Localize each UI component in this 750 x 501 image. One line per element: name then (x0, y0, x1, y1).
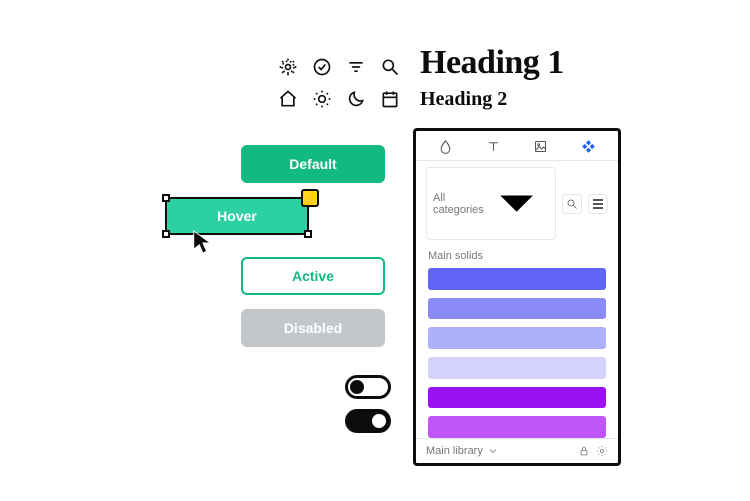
toggle-on[interactable] (345, 409, 391, 433)
active-button-label: Active (292, 268, 334, 284)
default-button[interactable]: Default (241, 145, 385, 183)
chevron-down-icon (484, 171, 549, 236)
tab-component[interactable] (581, 139, 596, 154)
filter-icon (345, 56, 367, 78)
home-icon (277, 88, 299, 110)
calendar-icon (379, 88, 401, 110)
hover-button-label: Hover (217, 208, 257, 224)
disabled-button-label: Disabled (284, 320, 342, 336)
tab-text[interactable] (486, 139, 501, 154)
panel-search-button[interactable] (562, 194, 582, 214)
color-swatch[interactable] (428, 416, 606, 438)
selection-handle-icon[interactable] (162, 230, 170, 238)
color-swatch[interactable] (428, 327, 606, 349)
gear-icon[interactable] (596, 445, 608, 457)
assets-panel: All categories Main solids Main library (413, 128, 621, 466)
color-swatch[interactable] (428, 357, 606, 379)
library-select-label: Main library (426, 445, 483, 457)
selection-handle-icon[interactable] (304, 230, 312, 238)
default-button-label: Default (289, 156, 336, 172)
disabled-button: Disabled (241, 309, 385, 347)
active-button[interactable]: Active (241, 257, 385, 295)
panel-footer: Main library (416, 438, 618, 463)
lock-icon[interactable] (578, 445, 590, 457)
heading-2: Heading 2 (420, 88, 564, 111)
panel-list-button[interactable] (588, 194, 608, 214)
heading-1: Heading 1 (420, 44, 564, 82)
category-select-label: All categories (433, 192, 484, 216)
toggle-off[interactable] (345, 375, 391, 399)
button-stack: Default Hover ⚡ Active Disabled (165, 145, 395, 361)
selection-handle-icon[interactable] (162, 194, 170, 202)
swatch-list (416, 268, 618, 438)
settings-icon (277, 56, 299, 78)
lightning-icon[interactable]: ⚡ (301, 189, 319, 207)
cursor-icon (191, 229, 213, 255)
toggle-group (345, 375, 391, 433)
search-icon (566, 198, 578, 210)
checkmark-circle-icon (311, 56, 333, 78)
color-swatch[interactable] (428, 298, 606, 320)
color-swatch[interactable] (428, 387, 606, 409)
list-icon (593, 199, 603, 209)
color-swatch[interactable] (428, 268, 606, 290)
tab-fill[interactable] (438, 139, 453, 154)
search-icon (379, 56, 401, 78)
headings-block: Heading 1 Heading 2 (420, 44, 564, 111)
library-select[interactable]: Main library (426, 445, 572, 457)
sun-icon (311, 88, 333, 110)
panel-tabs (416, 131, 618, 161)
panel-controls: All categories (416, 161, 618, 246)
tab-image[interactable] (533, 139, 548, 154)
category-select[interactable]: All categories (426, 167, 556, 240)
icon-grid (277, 56, 401, 110)
hover-button[interactable]: Hover ⚡ (165, 197, 309, 235)
chevron-down-icon (487, 445, 499, 457)
panel-section-label: Main solids (416, 246, 618, 268)
moon-icon (345, 88, 367, 110)
